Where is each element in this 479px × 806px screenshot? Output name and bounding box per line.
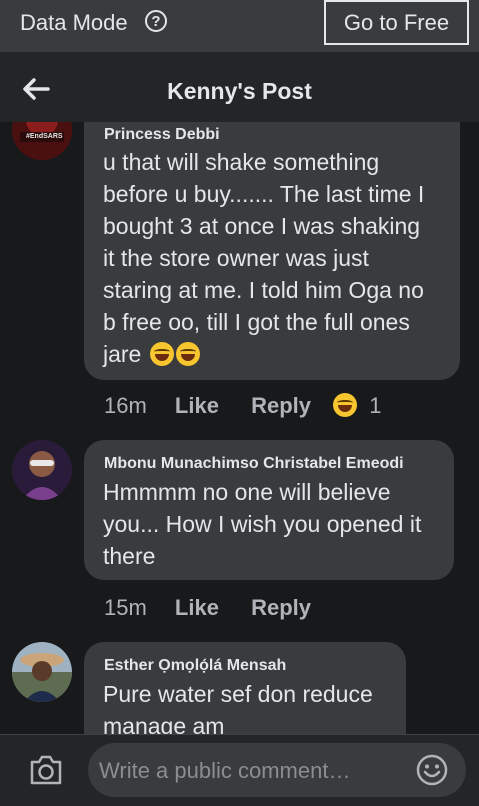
profile-photo-icon (12, 440, 72, 500)
comment-feed[interactable]: #EndSARS Princess Debbi u that will shak… (0, 122, 479, 734)
page-title: Kenny's Post (167, 78, 312, 104)
comment-input[interactable]: Write a public comment… (88, 743, 466, 797)
emoji-smiley-icon[interactable] (416, 754, 448, 786)
comment-line: jare (103, 341, 142, 367)
comment-meta: 16m Like Reply 1 (104, 393, 382, 419)
comment-line: staring at me. I told him Oga no (103, 277, 424, 303)
reply-button[interactable]: Reply (251, 595, 311, 620)
laughing-tears-emoji-icon (149, 342, 174, 366)
comment-line: it the store owner was just (103, 245, 369, 271)
data-mode-label: Data Mode (20, 10, 128, 35)
reaction-count[interactable]: 1 (369, 393, 381, 418)
timestamp: 16m (104, 393, 147, 418)
camera-icon[interactable] (28, 754, 64, 786)
haha-reaction-icon[interactable] (333, 393, 358, 417)
reply-button[interactable]: Reply (251, 393, 311, 418)
commenter-name[interactable]: Esther Ọmọlọ́lá Mensah (104, 657, 286, 675)
avatar[interactable]: #EndSARS (12, 122, 72, 160)
commenter-name[interactable]: Mbonu Munachimso Christabel Emeodi (104, 455, 404, 473)
comment-line: before u buy....... The last time I (103, 181, 425, 207)
comment-line: there (103, 543, 156, 569)
commenter-name[interactable]: Princess Debbi (104, 126, 220, 144)
comment-line-last: jare (103, 338, 200, 370)
profile-photo-icon (12, 642, 72, 702)
comment-meta: 15m Like Reply (104, 595, 311, 621)
comment-composer: Write a public comment… (0, 734, 479, 806)
help-icon[interactable]: ? (145, 10, 167, 32)
comment-line: b free oo, till I got the full ones (103, 309, 410, 335)
avatar[interactable] (12, 440, 72, 500)
timestamp: 15m (104, 595, 147, 620)
comment-line: you... How I wish you opened it (103, 511, 422, 537)
endsars-avatar-icon (12, 122, 72, 160)
like-button[interactable]: Like (175, 595, 219, 620)
data-mode-bar: Data Mode ? Go to Free (0, 0, 479, 52)
comment-line: bought 3 at once I was shaking (103, 213, 421, 239)
comment-line: manage am (103, 713, 225, 734)
laughing-tears-emoji-icon (175, 342, 200, 366)
comment-line: u that will shake something (103, 149, 380, 175)
comment-line: Pure water sef don reduce (103, 681, 373, 707)
like-button[interactable]: Like (175, 393, 219, 418)
comment-line: Hmmmm no one will believe (103, 479, 391, 505)
avatar[interactable] (12, 642, 72, 702)
avatar-caption: #EndSARS (26, 133, 63, 140)
go-to-free-button[interactable]: Go to Free (324, 0, 469, 45)
post-header: Kenny's Post (0, 52, 479, 122)
comment-placeholder: Write a public comment… (99, 758, 351, 783)
